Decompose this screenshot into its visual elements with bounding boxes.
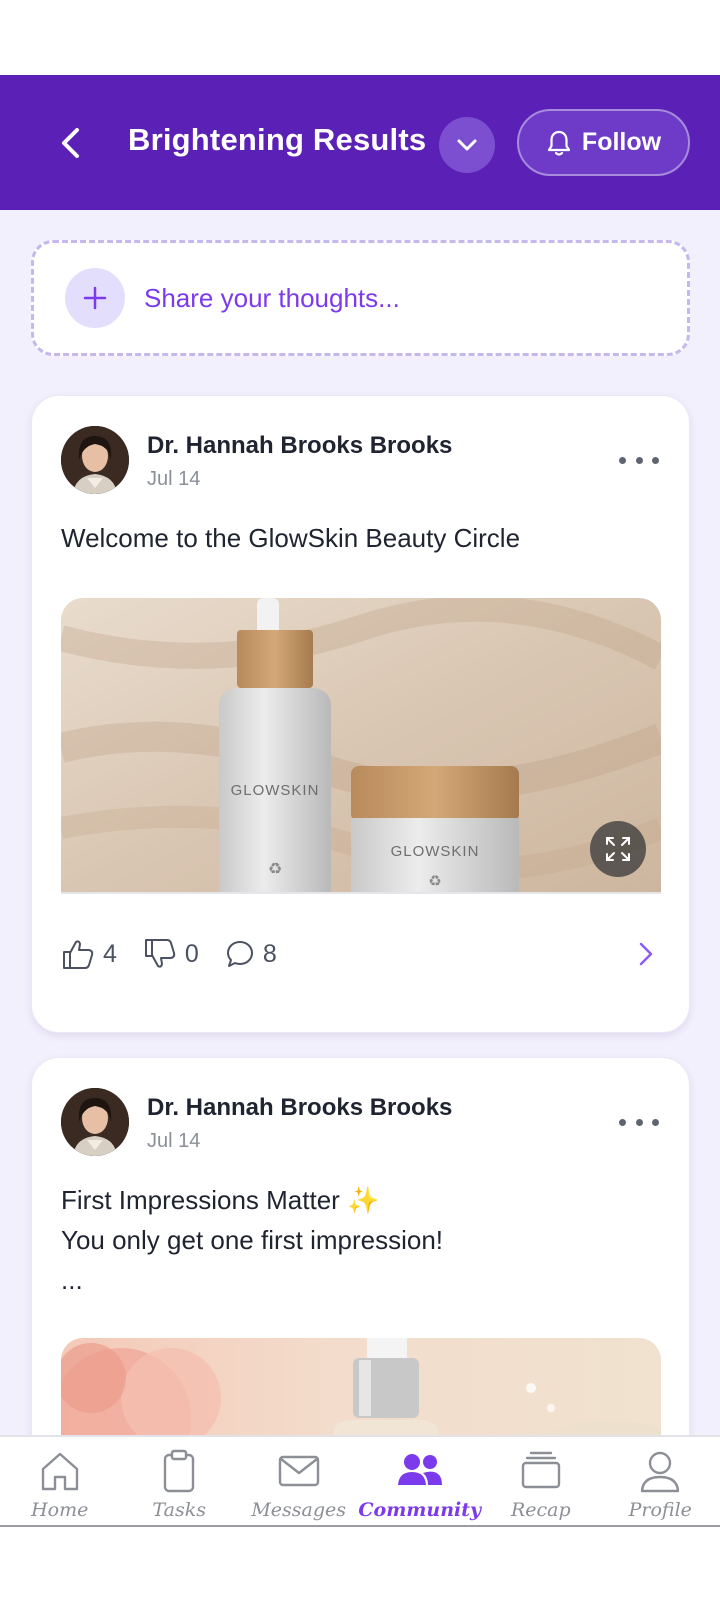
post-date: Jul 14 — [147, 468, 201, 490]
thumbs-down-icon — [144, 939, 176, 968]
dislike-count: 0 — [184, 939, 199, 968]
person-icon — [641, 1451, 680, 1493]
post-author[interactable]: Dr. Hannah Brooks Brooks — [147, 1094, 452, 1122]
post-card[interactable]: Dr. Hannah Brooks Brooks Jul 14 Welcome … — [31, 395, 690, 1033]
comment-count: 8 — [262, 939, 277, 968]
post-text-line: First Impressions Matter ✨ — [61, 1185, 380, 1215]
post-card[interactable]: Dr. Hannah Brooks Brooks Jul 14 First Im… — [31, 1057, 690, 1435]
plus-icon — [65, 268, 125, 328]
header-bar: Brightening Results Follow — [0, 75, 720, 210]
jar-brand-label: GLOWSKIN — [391, 843, 480, 860]
post-text: First Impressions Matter ✨ You only get … — [61, 1180, 443, 1300]
nav-label: Profile — [628, 1499, 692, 1521]
nav-tasks[interactable]: Tasks — [119, 1437, 238, 1525]
like-count: 4 — [103, 939, 117, 968]
composer-placeholder: Share your thoughts... — [144, 282, 400, 313]
more-options-button[interactable] — [619, 1110, 659, 1134]
app-screen: Brightening Results Follow Share your th… — [0, 0, 720, 1600]
home-icon — [41, 1452, 78, 1491]
chevron-left-icon — [62, 128, 79, 158]
page-title: Brightening Results — [128, 122, 427, 157]
post-image[interactable]: GLOWSKIN ♻ GLOWSKIN ♻ — [61, 598, 661, 894]
nav-label: Messages — [251, 1499, 347, 1521]
system-navigation-area — [0, 1527, 720, 1600]
like-button[interactable]: 4 — [61, 938, 117, 970]
people-icon — [397, 1454, 442, 1485]
post-image[interactable] — [61, 1338, 661, 1435]
stack-icon — [521, 1451, 561, 1489]
dot-icon — [619, 1118, 626, 1126]
post-author[interactable]: Dr. Hannah Brooks Brooks — [147, 432, 452, 460]
share-thoughts-composer[interactable]: Share your thoughts... — [31, 240, 690, 356]
post-text: Welcome to the GlowSkin Beauty Circle — [61, 523, 521, 553]
dot-icon — [619, 456, 626, 464]
post-date: Jul 14 — [147, 1130, 201, 1152]
svg-text:♻: ♻ — [268, 861, 282, 878]
dot-icon — [635, 456, 643, 464]
title-dropdown-button[interactable] — [439, 117, 495, 173]
back-button[interactable] — [46, 118, 96, 168]
dot-icon — [635, 1118, 643, 1126]
comment-icon — [226, 941, 253, 967]
svg-text:♻: ♻ — [428, 873, 441, 890]
chevron-right-icon — [639, 942, 653, 966]
follow-label: Follow — [581, 128, 662, 156]
avatar[interactable] — [61, 426, 129, 494]
clipboard-icon — [164, 1449, 195, 1493]
nav-label: Community — [358, 1499, 482, 1521]
nav-label: Tasks — [152, 1499, 206, 1521]
more-options-button[interactable] — [619, 448, 659, 472]
dot-icon — [652, 456, 659, 464]
expand-image-button[interactable] — [590, 821, 646, 877]
post-actions: 4 0 8 — [61, 934, 303, 974]
chevron-down-icon — [457, 139, 477, 151]
thumbs-up-icon — [63, 940, 94, 969]
comment-button[interactable]: 8 — [225, 939, 277, 969]
bottle-brand-label: GLOWSKIN — [231, 782, 320, 799]
post-text-line: You only get one first impression! — [61, 1225, 444, 1255]
bottom-navigation: Home Tasks Messages Community Recap Prof… — [0, 1435, 720, 1527]
nav-label: Recap — [510, 1499, 571, 1521]
post-text-line: ... — [61, 1265, 83, 1295]
nav-community[interactable]: Community — [358, 1437, 481, 1525]
bell-icon — [547, 130, 571, 156]
open-post-button[interactable] — [631, 936, 661, 972]
nav-home[interactable]: Home — [0, 1437, 119, 1525]
nav-messages[interactable]: Messages — [239, 1437, 358, 1525]
nav-label: Home — [31, 1499, 89, 1521]
nav-recap[interactable]: Recap — [481, 1437, 600, 1525]
avatar[interactable] — [61, 1088, 129, 1156]
dislike-button[interactable]: 0 — [143, 938, 199, 970]
follow-button[interactable]: Follow — [517, 109, 690, 176]
community-feed[interactable]: Share your thoughts... Dr. Hannah Brooks… — [0, 210, 720, 1435]
status-bar — [0, 0, 720, 75]
nav-profile[interactable]: Profile — [601, 1437, 720, 1525]
envelope-icon — [278, 1455, 319, 1487]
dot-icon — [652, 1118, 659, 1126]
expand-icon — [606, 837, 630, 861]
